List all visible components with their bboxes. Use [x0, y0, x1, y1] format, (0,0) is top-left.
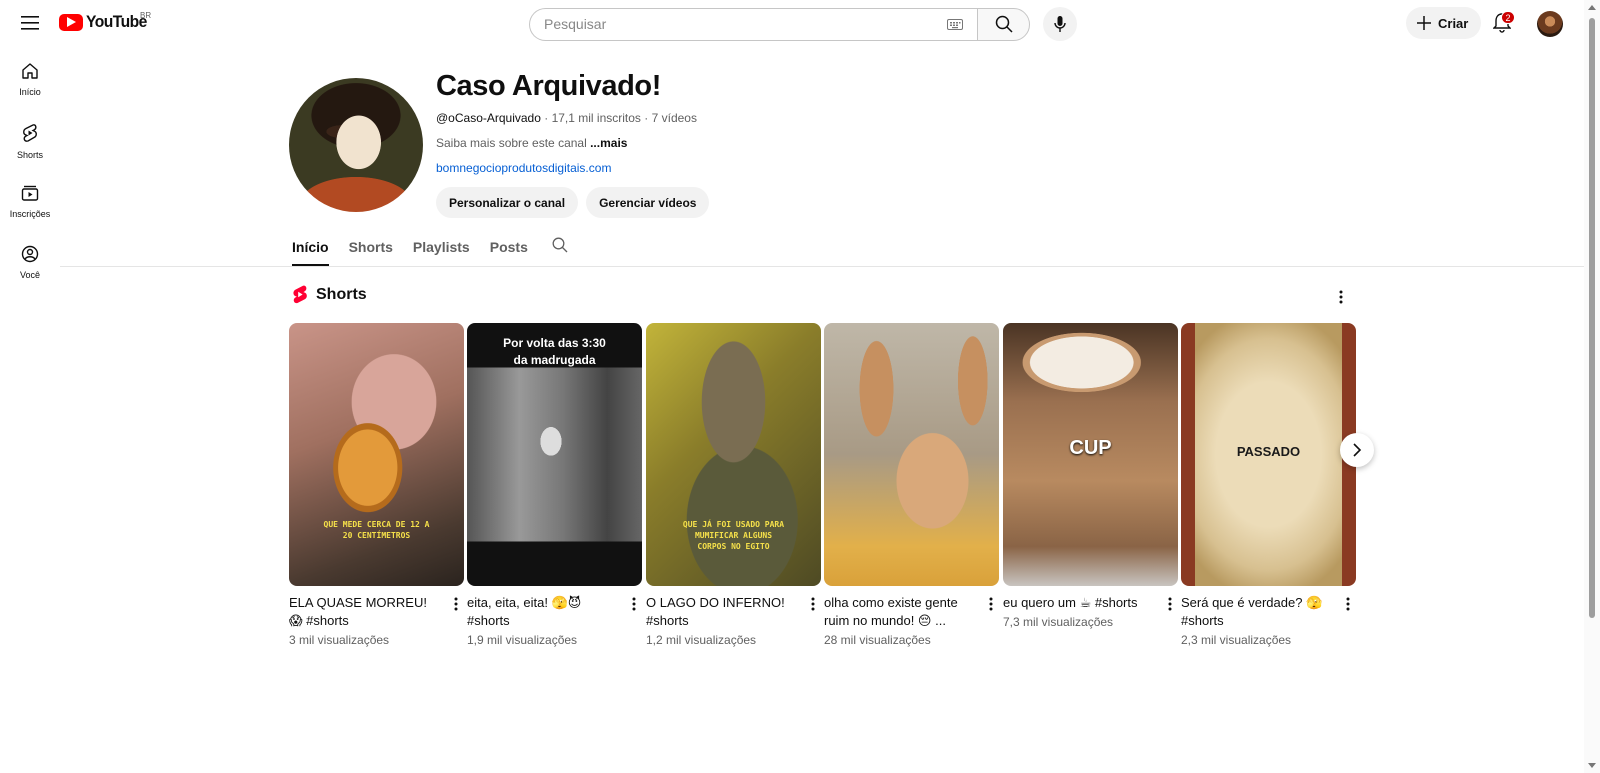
scrollbar-thumb[interactable] [1589, 18, 1595, 618]
hamburger-menu-icon[interactable] [15, 8, 45, 38]
short-title[interactable]: eu quero um ☕ #shorts [1003, 594, 1153, 612]
top-bar: YouTube BR Criar 2 [0, 0, 1584, 46]
youtube-logo[interactable]: YouTube [59, 12, 152, 32]
search-icon [995, 15, 1013, 33]
tabs-divider [60, 266, 1584, 267]
short-thumbnail[interactable]: PASSADO [1181, 323, 1356, 586]
chevron-right-icon [1353, 443, 1362, 457]
nav-label: Inscrições [9, 209, 51, 219]
youtube-play-icon [59, 13, 83, 31]
scroll-up-arrow-icon[interactable] [1588, 5, 1596, 10]
country-code: BR [140, 11, 152, 20]
create-label: Criar [1438, 15, 1469, 31]
short-thumbnail[interactable]: QUE JÁ FOI USADO PARA MUMIFICAR ALGUNS C… [646, 323, 821, 586]
short-views: 7,3 mil visualizações [1003, 615, 1114, 629]
search-input[interactable] [544, 16, 947, 32]
tab-playlists[interactable]: Playlists [413, 232, 470, 266]
short-menu-icon[interactable] [448, 594, 464, 614]
short-menu-icon[interactable] [1162, 594, 1178, 614]
short-thumbnail[interactable]: CUP [1003, 323, 1178, 586]
short-title[interactable]: Será que é verdade? 🫣 #shorts [1181, 594, 1331, 630]
shorts-logo-icon [293, 285, 307, 304]
channel-search-icon[interactable] [552, 237, 568, 258]
create-button[interactable]: Criar [1406, 7, 1482, 39]
manage-videos-button[interactable]: Gerenciar vídeos [586, 187, 710, 218]
voice-search-button[interactable] [1043, 7, 1077, 41]
short-card[interactable]: olha como existe gente ruim no mundo! 😔 … [824, 323, 999, 647]
tab-shorts[interactable]: Shorts [349, 232, 393, 266]
thumbnail-caption: CUP [1069, 437, 1112, 459]
thumbnail-caption: PASSADO [1236, 444, 1301, 459]
short-menu-icon[interactable] [983, 594, 999, 614]
channel-stats: · 17,1 mil inscritos · 7 vídeos [540, 111, 697, 125]
channel-actions: Personalizar o canal Gerenciar vídeos [436, 187, 710, 218]
nav-item-subscriptions[interactable]: Inscrições [0, 178, 60, 239]
carousel-next-button[interactable] [1340, 433, 1374, 467]
short-views: 28 mil visualizações [824, 633, 931, 647]
microphone-icon [1054, 15, 1066, 32]
description-text: Saiba mais sobre este canal [436, 136, 591, 150]
short-views: 3 mil visualizações [289, 633, 390, 647]
thumbnail-caption: QUE MEDE CERCA DE 12 A 20 CENTÍMETROS [323, 520, 430, 540]
section-title: Shorts [316, 285, 367, 303]
short-card[interactable]: Por volta das 3:30 da madrugada eita, ei… [467, 323, 642, 647]
short-card[interactable]: CUP eu quero um ☕ #shorts 7,3 mil visual… [1003, 323, 1178, 629]
home-icon [22, 63, 38, 79]
short-title[interactable]: olha como existe gente ruim no mundo! 😔 … [824, 594, 974, 630]
short-title[interactable]: O LAGO DO INFERNO! #shorts [646, 594, 796, 630]
channel-tabs: Início Shorts Playlists Posts [292, 232, 568, 266]
channel-description[interactable]: Saiba mais sobre este canal ...mais [436, 136, 627, 150]
short-title[interactable]: ELA QUASE MORREU! 😱 #shorts [289, 594, 439, 630]
more-link[interactable]: ...mais [590, 136, 627, 150]
short-views: 1,2 mil visualizações [646, 633, 757, 647]
short-thumbnail[interactable]: QUE MEDE CERCA DE 12 A 20 CENTÍMETROS [289, 323, 464, 586]
nav-item-you[interactable]: Você [0, 239, 60, 300]
nav-label: Início [19, 87, 41, 97]
subscriptions-icon [21, 185, 39, 201]
shorts-section-header: Shorts [292, 285, 367, 304]
nav-label: Shorts [16, 150, 43, 160]
short-thumbnail[interactable]: Por volta das 3:30 da madrugada [467, 323, 642, 586]
tab-posts[interactable]: Posts [490, 232, 528, 266]
left-nav: Início Shorts Inscrições Você [0, 56, 60, 300]
short-menu-icon[interactable] [805, 594, 821, 614]
customize-channel-button[interactable]: Personalizar o canal [436, 187, 579, 218]
keyboard-icon[interactable] [947, 18, 963, 30]
tab-home[interactable]: Início [292, 232, 329, 266]
short-title[interactable]: eita, eita, eita! 🫣😈 #shorts [467, 594, 617, 630]
short-card[interactable]: QUE MEDE CERCA DE 12 A 20 CENTÍMETROS EL… [289, 323, 464, 647]
notification-badge: 2 [1501, 11, 1515, 24]
you-icon [21, 245, 39, 263]
nav-label: Você [19, 270, 41, 280]
section-more-icon[interactable] [1329, 285, 1353, 309]
channel-meta: @oCaso-Arquivado · 17,1 mil inscritos · … [436, 111, 697, 125]
shorts-icon [23, 124, 37, 142]
channel-handle: @oCaso-Arquivado [436, 111, 541, 125]
short-thumbnail[interactable] [824, 323, 999, 586]
short-views: 2,3 mil visualizações [1181, 633, 1292, 647]
logo-text: YouTube [86, 12, 147, 31]
channel-title: Caso Arquivado! [436, 70, 661, 102]
search-box [529, 7, 977, 41]
channel-avatar[interactable] [289, 78, 423, 212]
page-scrollbar[interactable] [1584, 0, 1600, 773]
search-bar [529, 7, 1077, 41]
scroll-down-arrow-icon[interactable] [1588, 763, 1596, 768]
channel-link[interactable]: bomnegocioprodutosdigitais.com [436, 161, 611, 175]
short-menu-icon[interactable] [1340, 594, 1356, 614]
thumbnail-caption: Por volta das 3:30 da madrugada [503, 336, 606, 367]
short-card[interactable]: PASSADO Será que é verdade? 🫣 #shorts 2,… [1181, 323, 1356, 647]
nav-item-shorts[interactable]: Shorts [0, 117, 60, 178]
short-card[interactable]: QUE JÁ FOI USADO PARA MUMIFICAR ALGUNS C… [646, 323, 821, 647]
nav-item-home[interactable]: Início [0, 56, 60, 117]
short-views: 1,9 mil visualizações [467, 633, 578, 647]
search-button[interactable] [977, 7, 1030, 41]
plus-icon [1417, 16, 1431, 30]
thumbnail-caption: QUE JÁ FOI USADO PARA MUMIFICAR ALGUNS C… [682, 520, 785, 551]
account-avatar[interactable] [1537, 11, 1563, 37]
short-menu-icon[interactable] [626, 594, 642, 614]
